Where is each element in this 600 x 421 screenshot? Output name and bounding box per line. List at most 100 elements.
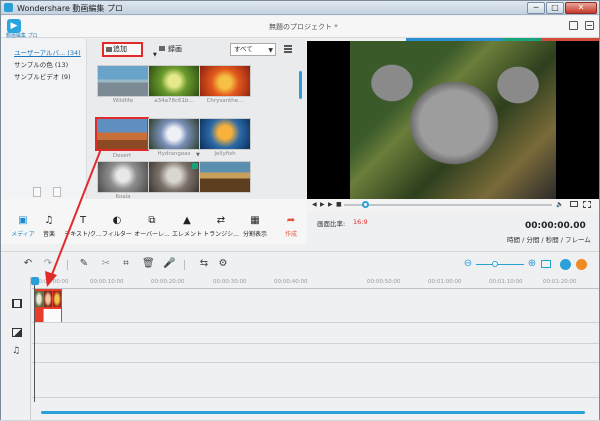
volume-icon[interactable]: 🔈 [556,201,563,208]
media-item[interactable]: Chrysanthe... [199,65,251,105]
player-controls: ◀ ▶ ▶ ■ 🔈 [307,199,599,211]
menu-icon[interactable] [585,21,594,30]
import-button[interactable]: 追加 ▼ [102,42,157,58]
aspect-ratio-value[interactable]: 16:9 [353,218,368,226]
video-thumbnail [97,65,149,97]
image-thumbnail [199,65,251,97]
undo-icon[interactable]: ↶ [23,259,33,269]
close-button[interactable]: ✕ [565,2,597,14]
minimize-button[interactable]: ─ [527,2,545,14]
ruler-tick: 00:00:30:00 [213,279,247,285]
library-scrollbar[interactable] [299,71,302,99]
ruler-tick: 00:00:00:00 [35,279,69,285]
seek-bar[interactable] [344,204,552,206]
app-window: Wondershare 動画編集 プロ ─ □ ✕ ▶ 動画編集 プロ 無題のプ… [0,0,600,420]
video-clip[interactable] [34,289,62,322]
media-item[interactable]: Hydrangeas ▼ [148,118,200,158]
sidebar-item-sample-videos[interactable]: サンプルビデオ (9) [14,71,71,81]
voiceover-icon[interactable]: 🎤 [163,259,175,269]
media-item[interactable] [148,161,200,201]
import-label: 追加 [113,45,127,53]
fullscreen-icon[interactable] [583,201,591,208]
timeline-toolbar: ↶ ↷ ✎ ✂ ⌗ 🗑 🎤 ⇆ ⚙ ⊖ ⊕ [1,254,599,276]
track-divider [32,362,599,363]
maximize-button[interactable]: □ [546,2,564,14]
zoom-out-icon[interactable]: ⊖ [463,259,473,269]
ruler-tick: 00:00:50:00 [367,279,401,285]
ribbon-divider [1,244,599,252]
library-toolbar: 追加 ▼ 録画 すべて ▼ [89,41,299,59]
playhead-handle[interactable] [31,277,39,285]
time-ruler[interactable]: 00:00:00:00 00:00:10:00 00:00:20:00 00:0… [32,277,599,289]
element-icon: ▲ [183,215,191,226]
seek-knob[interactable] [362,201,369,208]
image-thumbnail [148,65,200,97]
window-title-bar[interactable]: Wondershare 動画編集 プロ ─ □ ✕ [1,1,599,15]
tab-label: オーバーレ... [134,231,170,238]
settings-icon[interactable]: ⚙ [217,259,229,269]
split-icon[interactable]: ✂ [101,259,111,269]
tab-split-screen[interactable]: ▦ 分割表示 [237,215,273,238]
tab-label: トランジシ... [203,231,239,238]
media-item[interactable]: Koala [97,161,149,201]
stop-icon[interactable]: ■ [336,201,342,208]
media-item-name: Jellyfish [214,151,236,157]
filter-select[interactable]: すべて ▼ [230,43,276,56]
ruler-tick: 00:00:40:00 [274,279,308,285]
media-item[interactable]: Wildlife [97,65,149,105]
zoom-in-icon[interactable]: ⊕ [527,259,537,269]
ruler-tick: 00:00:20:00 [151,279,185,285]
delete-icon[interactable]: 🗑 [142,259,155,269]
redo-icon[interactable]: ↷ [43,259,53,269]
music-icon: ♫ [44,215,54,226]
ruler-tick: 00:01:10:00 [489,279,523,285]
media-item[interactable]: a34a78c61b... [148,65,200,105]
media-icon: ▣ [18,215,28,226]
media-item-selected[interactable]: Desert [95,117,151,159]
record-button[interactable]: 録画 [159,44,182,54]
track-divider [32,322,599,323]
export-button[interactable]: ➦ 作成 [273,215,309,238]
sidebar-item-user-album[interactable]: ユーザーアルバ... (34) [14,47,81,57]
zoom-slider[interactable] [476,264,524,265]
text-icon: T [79,215,87,226]
edit-icon[interactable]: ✎ [79,259,89,269]
export-label: 作成 [284,231,297,238]
tab-overlay[interactable]: ⧉ オーバーレ... [132,215,172,238]
playhead[interactable] [34,282,35,402]
crop-icon[interactable]: ⌗ [121,259,131,269]
zoom-knob[interactable] [492,261,498,267]
image-thumbnail [148,118,200,150]
app-logo-text: 動画編集 プロ [6,33,38,39]
ruler-tick: 00:00:10:00 [90,279,124,285]
media-item[interactable] [199,161,251,201]
timecode-format: 時間 / 分間 / 秒間 / フレーム [507,236,591,244]
chevron-down-icon[interactable]: ▼ [153,50,157,61]
add-folder-icon[interactable] [33,187,41,197]
media-item-name: Wildlife [112,98,134,104]
blue-circle-icon[interactable] [560,259,571,270]
timeline-scrollbar[interactable] [41,411,585,414]
music-track-icon: ♫ [12,346,21,356]
library-sidebar: ユーザーアルバ... (34) サンプルの色 (13) サンプルビデオ (9) [1,39,87,199]
detach-audio-icon[interactable]: ⇆ [197,259,211,269]
app-header: ▶ 動画編集 プロ 無題のプロジェクト * [1,16,599,39]
save-icon[interactable] [569,21,578,30]
filter-value: すべて [234,45,253,53]
tab-transition[interactable]: ⇄ トランジシ... [201,215,241,238]
play-icon[interactable]: ▶ [320,201,325,208]
list-view-icon[interactable] [284,45,292,53]
snapshot-icon[interactable] [570,201,578,207]
chevron-down-icon: ▼ [268,47,273,54]
previous-frame-icon[interactable]: ◀ [312,201,317,208]
tab-filter[interactable]: ◐ フィルター [99,215,135,238]
window-title: Wondershare 動画編集 プロ [17,4,123,13]
image-thumbnail [199,118,251,150]
orange-circle-icon[interactable] [576,259,587,270]
sidebar-item-sample-colors[interactable]: サンプルの色 (13) [14,59,68,69]
media-item[interactable]: Jellyfish [199,118,251,158]
delete-folder-icon[interactable] [53,187,61,197]
next-frame-icon[interactable]: ▶ [328,201,333,208]
timecode: 00:00:00.00 [525,221,586,231]
fit-timeline-icon[interactable] [541,260,551,268]
